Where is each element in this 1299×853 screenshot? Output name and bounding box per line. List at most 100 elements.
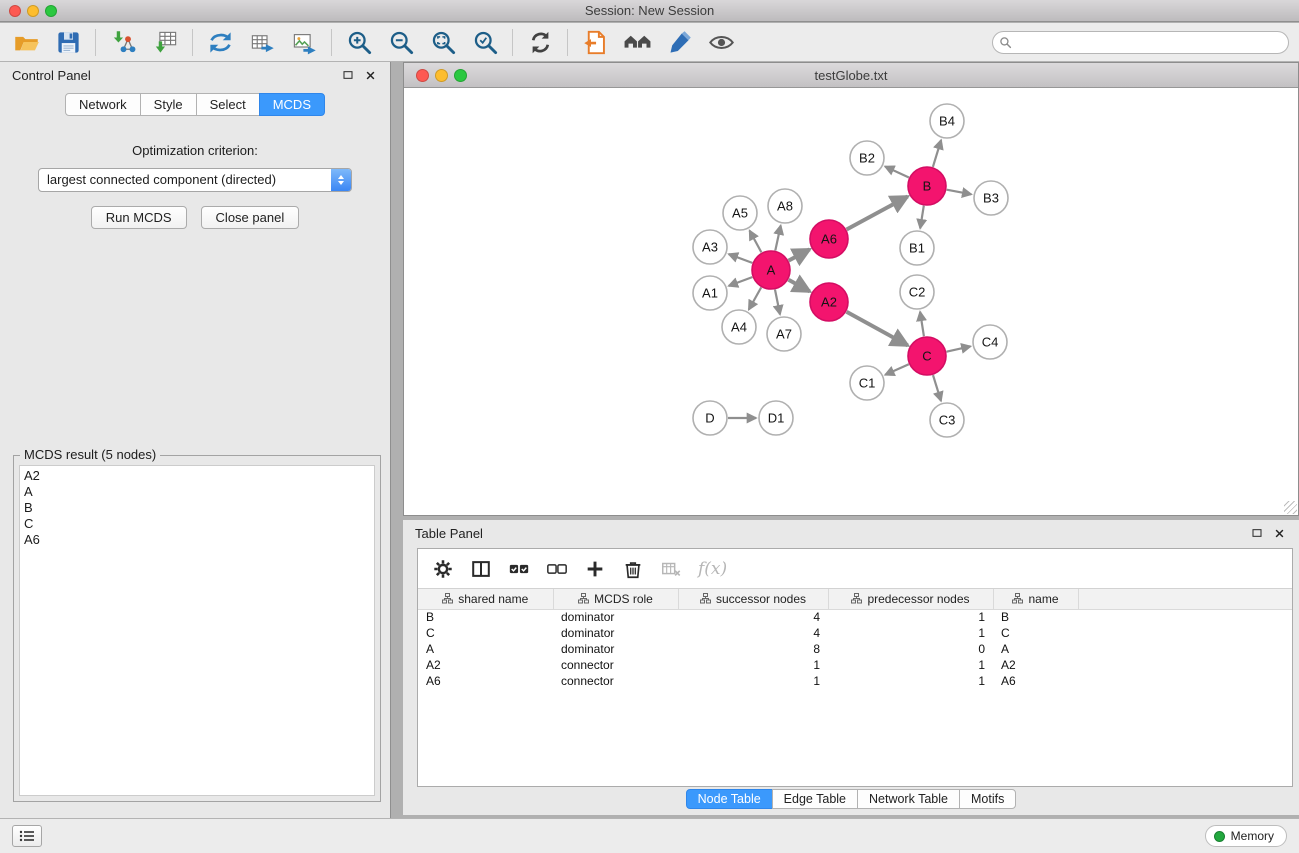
edge-B-B3[interactable] bbox=[947, 190, 972, 195]
mcds-result-item[interactable]: A6 bbox=[24, 532, 370, 548]
node-C[interactable]: C bbox=[908, 337, 946, 375]
export-image-icon[interactable] bbox=[288, 26, 320, 58]
network-canvas[interactable]: AA1A2A3A4A5A6A7A8BB1B2B3B4CC1C2C3C4DD1 bbox=[404, 89, 1298, 515]
cell-name[interactable]: A2 bbox=[993, 657, 1078, 673]
network-minimize-traffic-light-icon[interactable] bbox=[435, 69, 448, 82]
resize-grip[interactable] bbox=[1284, 501, 1297, 514]
cell-successor-nodes[interactable]: 1 bbox=[678, 657, 828, 673]
home-icon[interactable] bbox=[621, 26, 653, 58]
float-panel-icon[interactable] bbox=[340, 67, 356, 83]
add-row-icon[interactable] bbox=[584, 558, 606, 580]
cell-successor-nodes[interactable]: 4 bbox=[678, 625, 828, 641]
cell-shared-name[interactable]: A2 bbox=[418, 657, 553, 673]
cell-predecessor-nodes[interactable]: 1 bbox=[828, 657, 993, 673]
cell-shared-name[interactable]: A6 bbox=[418, 673, 553, 689]
tab-motifs[interactable]: Motifs bbox=[959, 789, 1016, 809]
node-A3[interactable]: A3 bbox=[693, 230, 727, 264]
edge-A-A5[interactable] bbox=[750, 231, 762, 253]
node-A4[interactable]: A4 bbox=[722, 310, 756, 344]
search-input[interactable] bbox=[992, 31, 1289, 54]
select-all-icon[interactable] bbox=[508, 558, 530, 580]
node-D1[interactable]: D1 bbox=[759, 401, 793, 435]
column-header-predecessor-nodes[interactable]: predecessor nodes bbox=[828, 589, 993, 609]
cell-predecessor-nodes[interactable]: 1 bbox=[828, 609, 993, 625]
node-C4[interactable]: C4 bbox=[973, 325, 1007, 359]
tab-edge-table[interactable]: Edge Table bbox=[772, 789, 858, 809]
edge-A-A7[interactable] bbox=[775, 290, 780, 315]
node-C3[interactable]: C3 bbox=[930, 403, 964, 437]
node-B4[interactable]: B4 bbox=[930, 104, 964, 138]
node-A[interactable]: A bbox=[752, 251, 790, 289]
save-session-icon[interactable] bbox=[52, 26, 84, 58]
import-document-icon[interactable] bbox=[579, 26, 611, 58]
table-row[interactable]: Bdominator41B bbox=[418, 609, 1292, 625]
show-hide-icon[interactable] bbox=[705, 26, 737, 58]
zoom-in-icon[interactable] bbox=[343, 26, 375, 58]
column-header-name[interactable]: name bbox=[993, 589, 1078, 609]
edge-C-C3[interactable] bbox=[933, 375, 941, 401]
network-close-traffic-light-icon[interactable] bbox=[416, 69, 429, 82]
edge-A6-B[interactable] bbox=[847, 197, 908, 230]
edge-C-C4[interactable] bbox=[947, 346, 971, 351]
cell-predecessor-nodes[interactable]: 1 bbox=[828, 673, 993, 689]
show-columns-icon[interactable] bbox=[470, 558, 492, 580]
cell-mcds-role[interactable]: dominator bbox=[553, 641, 678, 657]
cell-mcds-role[interactable]: dominator bbox=[553, 625, 678, 641]
cell-mcds-role[interactable]: dominator bbox=[553, 609, 678, 625]
zoom-selected-icon[interactable] bbox=[469, 26, 501, 58]
node-B1[interactable]: B1 bbox=[900, 231, 934, 265]
run-mcds-button[interactable]: Run MCDS bbox=[91, 206, 187, 229]
cell-name[interactable]: A6 bbox=[993, 673, 1078, 689]
close-traffic-light-icon[interactable] bbox=[9, 5, 21, 17]
column-header-successor-nodes[interactable]: successor nodes bbox=[678, 589, 828, 609]
cell-shared-name[interactable]: A bbox=[418, 641, 553, 657]
edge-B-B2[interactable] bbox=[885, 167, 909, 178]
node-B2[interactable]: B2 bbox=[850, 141, 884, 175]
import-network-file-icon[interactable] bbox=[107, 26, 139, 58]
cell-successor-nodes[interactable]: 8 bbox=[678, 641, 828, 657]
tab-network-table[interactable]: Network Table bbox=[857, 789, 960, 809]
cell-predecessor-nodes[interactable]: 1 bbox=[828, 625, 993, 641]
tab-style[interactable]: Style bbox=[140, 93, 197, 116]
cell-mcds-role[interactable]: connector bbox=[553, 673, 678, 689]
edge-A-A1[interactable] bbox=[729, 277, 753, 286]
annotate-icon[interactable] bbox=[663, 26, 695, 58]
node-A1[interactable]: A1 bbox=[693, 276, 727, 310]
network-graph[interactable]: AA1A2A3A4A5A6A7A8BB1B2B3B4CC1C2C3C4DD1 bbox=[404, 89, 1298, 516]
table-row[interactable]: A2connector11A2 bbox=[418, 657, 1292, 673]
table-row[interactable]: A6connector11A6 bbox=[418, 673, 1292, 689]
edge-A-A2[interactable] bbox=[789, 280, 810, 292]
edge-A-A3[interactable] bbox=[729, 254, 753, 263]
edge-A2-C[interactable] bbox=[847, 312, 908, 346]
memory-button[interactable]: Memory bbox=[1205, 825, 1287, 847]
close-panel-button[interactable]: Close panel bbox=[201, 206, 300, 229]
cell-name[interactable]: C bbox=[993, 625, 1078, 641]
zoom-out-icon[interactable] bbox=[385, 26, 417, 58]
cell-predecessor-nodes[interactable]: 0 bbox=[828, 641, 993, 657]
apply-layout-icon[interactable] bbox=[524, 26, 556, 58]
table-close-panel-icon[interactable] bbox=[1271, 525, 1287, 541]
tab-network[interactable]: Network bbox=[65, 93, 141, 116]
cell-mcds-role[interactable]: connector bbox=[553, 657, 678, 673]
node-A8[interactable]: A8 bbox=[768, 189, 802, 223]
open-session-icon[interactable] bbox=[10, 26, 42, 58]
edge-A-A6[interactable] bbox=[789, 249, 810, 260]
zoom-fit-icon[interactable] bbox=[427, 26, 459, 58]
table-row[interactable]: Cdominator41C bbox=[418, 625, 1292, 641]
mcds-result-item[interactable]: A bbox=[24, 484, 370, 500]
tab-select[interactable]: Select bbox=[196, 93, 260, 116]
node-C1[interactable]: C1 bbox=[850, 366, 884, 400]
network-zoom-traffic-light-icon[interactable] bbox=[454, 69, 467, 82]
delete-rows-icon[interactable] bbox=[622, 558, 644, 580]
cell-shared-name[interactable]: C bbox=[418, 625, 553, 641]
node-A5[interactable]: A5 bbox=[723, 196, 757, 230]
table-row[interactable]: Adominator80A bbox=[418, 641, 1292, 657]
optimization-criterion-dropdown[interactable]: largest connected component (directed) bbox=[38, 168, 352, 192]
export-network-icon[interactable] bbox=[204, 26, 236, 58]
cell-shared-name[interactable]: B bbox=[418, 609, 553, 625]
close-panel-icon[interactable] bbox=[362, 67, 378, 83]
node-B3[interactable]: B3 bbox=[974, 181, 1008, 215]
tab-mcds[interactable]: MCDS bbox=[259, 93, 325, 116]
cell-successor-nodes[interactable]: 1 bbox=[678, 673, 828, 689]
column-header-shared-name[interactable]: shared name bbox=[418, 589, 553, 609]
